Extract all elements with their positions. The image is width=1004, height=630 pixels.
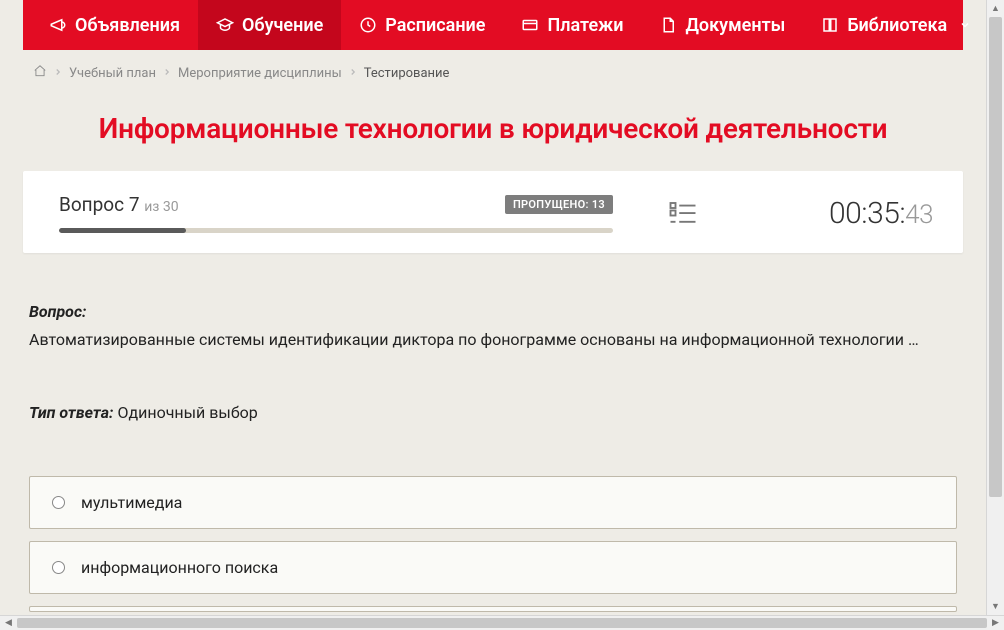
nav-label: Расписание (385, 15, 485, 36)
scroll-thumb[interactable] (17, 618, 987, 628)
answer-type-label: Тип ответа: (29, 403, 113, 422)
breadcrumb-current: Тестирование (364, 66, 450, 81)
nav-label: Обучение (242, 15, 323, 36)
horizontal-scrollbar[interactable]: ◀ ▶ (0, 615, 1004, 630)
question-text: Автоматизированные системы идентификации… (29, 327, 957, 353)
nav-payments[interactable]: Платежи (503, 0, 641, 50)
scroll-up-arrow[interactable]: ▲ (987, 0, 1004, 17)
vertical-scrollbar[interactable]: ▲ ▼ (986, 0, 1004, 615)
scroll-thumb[interactable] (989, 17, 1002, 497)
option-text: информационного поиска (81, 558, 278, 577)
document-icon (659, 16, 677, 34)
megaphone-icon (49, 16, 67, 34)
scroll-right-arrow[interactable]: ▶ (987, 616, 1004, 630)
question-list-button[interactable] (643, 198, 723, 228)
breadcrumb-discipline-event[interactable]: Мероприятие дисциплины (178, 66, 342, 81)
question-label: Вопрос: (29, 302, 86, 321)
progress-block: Вопрос 7 из 30 ПРОПУЩЕНО: 13 (59, 193, 613, 233)
nav-library[interactable]: Библиотека (803, 0, 986, 50)
page-title: Информационные технологии в юридической … (23, 90, 963, 171)
card-icon (521, 16, 539, 34)
breadcrumb-study-plan[interactable]: Учебный план (69, 66, 156, 81)
question-counter: Вопрос 7 из 30 (59, 193, 179, 216)
chevron-down-icon (959, 19, 971, 31)
graduation-icon (216, 16, 234, 34)
home-icon (33, 64, 47, 78)
radio-icon (52, 496, 65, 509)
question-list-icon (668, 198, 698, 228)
answer-options: мультимедиа информационного поиска (23, 476, 963, 612)
progress-fill (59, 228, 186, 233)
answer-option[interactable]: мультимедиа (29, 476, 957, 529)
book-icon (821, 16, 839, 34)
clock-icon (359, 16, 377, 34)
nav-education[interactable]: Обучение (198, 0, 341, 50)
nav-documents[interactable]: Документы (641, 0, 803, 50)
answer-type-value: Одиночный выбор (117, 403, 257, 422)
breadcrumb-home[interactable] (33, 64, 47, 82)
status-card: Вопрос 7 из 30 ПРОПУЩЕНО: 13 (23, 171, 963, 253)
answer-option-partial[interactable] (29, 606, 957, 612)
breadcrumb-separator (162, 66, 172, 81)
main-nav: Объявления Обучение Расписание Платежи Д… (23, 0, 963, 50)
breadcrumb: Учебный план Мероприятие дисциплины Тест… (23, 50, 963, 90)
nav-label: Библиотека (847, 15, 947, 36)
nav-schedule[interactable]: Расписание (341, 0, 503, 50)
radio-icon (52, 561, 65, 574)
scroll-down-arrow[interactable]: ▼ (987, 598, 1004, 615)
question-area: Вопрос: Автоматизированные системы идент… (23, 253, 963, 426)
timer: 00:35:43 (753, 196, 933, 231)
nav-label: Объявления (75, 15, 180, 36)
answer-option[interactable]: информационного поиска (29, 541, 957, 594)
breadcrumb-separator (53, 66, 63, 81)
skipped-badge: ПРОПУЩЕНО: 13 (505, 195, 613, 214)
progress-bar (59, 228, 613, 233)
nav-label: Платежи (547, 15, 623, 36)
nav-label: Документы (685, 15, 785, 36)
option-text: мультимедиа (81, 493, 182, 512)
scroll-track[interactable] (987, 17, 1004, 598)
nav-announcements[interactable]: Объявления (31, 0, 198, 50)
scroll-left-arrow[interactable]: ◀ (0, 616, 17, 630)
breadcrumb-separator (348, 66, 358, 81)
